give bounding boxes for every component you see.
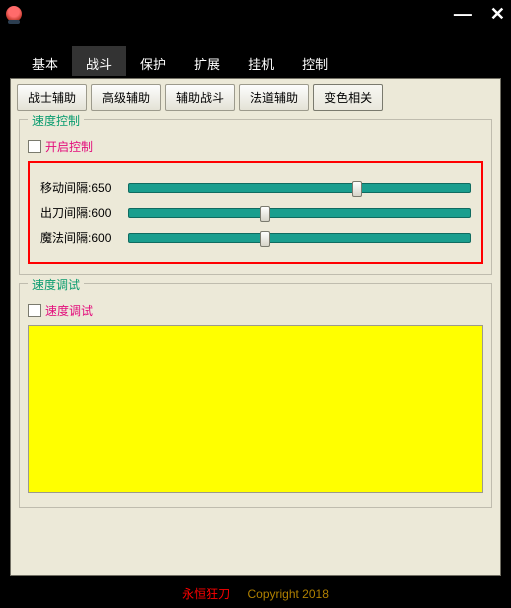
- slider-row-attack: 出刀间隔:600: [40, 204, 471, 221]
- app-icon: [6, 6, 22, 22]
- close-button[interactable]: [490, 5, 505, 23]
- menu-extend[interactable]: 扩展: [180, 46, 234, 76]
- subtab-warrior-assist[interactable]: 战士辅助: [17, 84, 87, 111]
- menu-protect[interactable]: 保护: [126, 46, 180, 76]
- row-enable-control: 开启控制: [28, 138, 483, 155]
- footer-copyright: Copyright 2018: [247, 587, 328, 601]
- label-move-interval: 移动间隔:650: [40, 179, 128, 196]
- slider-magic-interval[interactable]: [128, 233, 471, 243]
- subtab-assist-combat[interactable]: 辅助战斗: [165, 84, 235, 111]
- minimize-button[interactable]: [454, 5, 472, 23]
- window-controls: [454, 5, 505, 23]
- slider-move-interval[interactable]: [128, 183, 471, 193]
- fieldset-speed-control: 速度控制 开启控制 移动间隔:650 出刀间隔:600: [19, 119, 492, 275]
- menu-idle[interactable]: 挂机: [234, 46, 288, 76]
- label-magic-interval: 魔法间隔:600: [40, 229, 128, 246]
- label-attack-interval: 出刀间隔:600: [40, 204, 128, 221]
- slider-attack-interval[interactable]: [128, 208, 471, 218]
- menubar: 基本 战斗 保护 扩展 挂机 控制: [0, 46, 511, 76]
- footer-brand: 永恒狂刀: [182, 587, 230, 601]
- titlebar: [0, 0, 511, 28]
- speed-test-output: [28, 325, 483, 493]
- highlight-box: 移动间隔:650 出刀间隔:600 魔法间隔:600: [28, 161, 483, 264]
- menu-control[interactable]: 控制: [288, 46, 342, 76]
- subtab-mage-assist[interactable]: 法道辅助: [239, 84, 309, 111]
- label-enable-control: 开启控制: [45, 138, 93, 155]
- slider-thumb-attack[interactable]: [260, 206, 270, 222]
- subtab-advanced-assist[interactable]: 高级辅助: [91, 84, 161, 111]
- legend-speed-control: 速度控制: [28, 112, 84, 129]
- slider-row-magic: 魔法间隔:600: [40, 229, 471, 246]
- main-panel: 战士辅助 高级辅助 辅助战斗 法道辅助 变色相关 速度控制 开启控制 移动间隔:…: [10, 78, 501, 576]
- slider-row-move: 移动间隔:650: [40, 179, 471, 196]
- app-window: 基本 战斗 保护 扩展 挂机 控制 战士辅助 高级辅助 辅助战斗 法道辅助 变色…: [0, 0, 511, 608]
- fieldset-speed-test: 速度调试 速度调试: [19, 283, 492, 508]
- row-speed-test: 速度调试: [28, 302, 483, 319]
- menu-combat[interactable]: 战斗: [72, 46, 126, 76]
- footer: 永恒狂刀 Copyright 2018: [0, 585, 511, 602]
- checkbox-speed-test[interactable]: [28, 304, 41, 317]
- subtab-color-related[interactable]: 变色相关: [313, 84, 383, 111]
- subtab-bar: 战士辅助 高级辅助 辅助战斗 法道辅助 变色相关: [11, 79, 500, 111]
- slider-thumb-magic[interactable]: [260, 231, 270, 247]
- label-speed-test: 速度调试: [45, 302, 93, 319]
- checkbox-enable-control[interactable]: [28, 140, 41, 153]
- slider-thumb-move[interactable]: [352, 181, 362, 197]
- legend-speed-test: 速度调试: [28, 276, 84, 293]
- menu-basic[interactable]: 基本: [18, 46, 72, 76]
